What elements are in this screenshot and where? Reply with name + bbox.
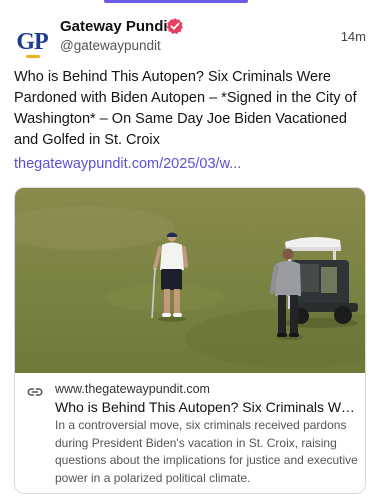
link-icon xyxy=(27,388,43,396)
link-preview-meta[interactable]: www.thegatewaypundit.com Who is Behind T… xyxy=(15,373,365,493)
verified-badge-icon xyxy=(166,18,183,35)
post-timestamp: 14m xyxy=(340,29,366,44)
post-link[interactable]: thegatewaypundit.com/2025/03/w... xyxy=(14,156,370,172)
link-preview-domain: www.thegatewaypundit.com xyxy=(55,382,210,396)
avatar-logo-underline xyxy=(26,55,40,58)
author-name[interactable]: Gateway Pundit xyxy=(60,18,173,35)
author-handle[interactable]: @gatewaypundit xyxy=(60,38,161,53)
link-preview-title[interactable]: Who is Behind This Autopen? Six Criminal… xyxy=(55,399,357,415)
post-text: Who is Behind This Autopen? Six Criminal… xyxy=(14,69,357,148)
link-preview-image[interactable] xyxy=(15,188,365,373)
link-preview-card[interactable]: www.thegatewaypundit.com Who is Behind T… xyxy=(14,187,366,494)
avatar[interactable]: GP xyxy=(14,24,50,60)
active-tab-indicator xyxy=(104,0,248,3)
avatar-logo: GP xyxy=(16,29,48,55)
link-preview-description: In a controversial move, six criminals r… xyxy=(55,418,358,485)
